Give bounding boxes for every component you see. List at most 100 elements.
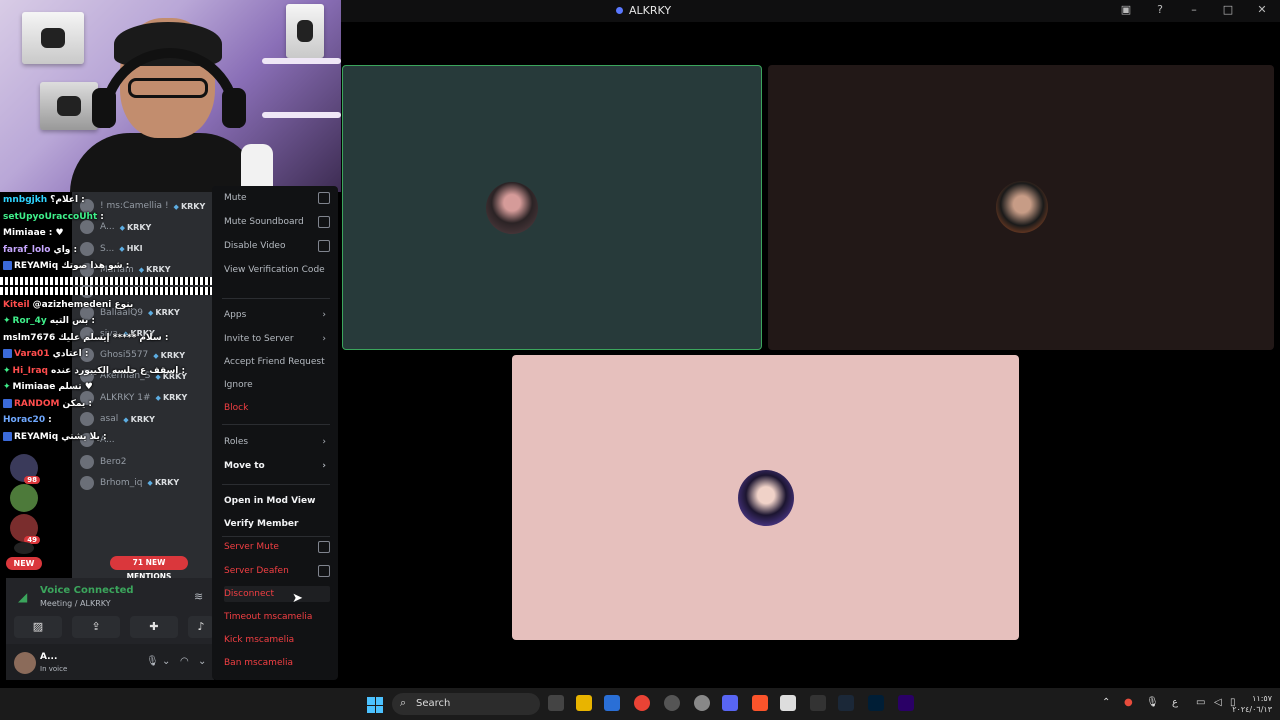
signal-icon[interactable]: ◢ — [18, 590, 32, 604]
menu-item-label: Apps — [224, 310, 247, 320]
server-icon[interactable]: 49 — [10, 514, 40, 544]
username[interactable]: A... — [40, 652, 57, 662]
voice-member[interactable]: Brhom_iq KRKY — [80, 473, 179, 493]
menu-item-server-deafen[interactable]: Server Deafen — [224, 563, 330, 579]
menu-item-timeout[interactable]: Timeout mscamelia — [224, 609, 330, 625]
checkbox[interactable] — [318, 240, 330, 252]
voice-member[interactable]: Bero2 — [80, 452, 126, 472]
avatar[interactable] — [14, 652, 36, 674]
steam-icon[interactable] — [694, 695, 710, 711]
chat-username: Vara01 — [14, 349, 50, 359]
taskbar-clock[interactable]: ١١:٥٧ ٢٠٢٤/٠٦/١٣ — [1232, 693, 1272, 715]
chat-username: Horac20 — [3, 415, 46, 425]
chat-text: اعلام؟ : — [50, 195, 85, 205]
steam-icon[interactable] — [838, 695, 854, 711]
checkbox[interactable] — [318, 216, 330, 228]
photoshop-icon[interactable] — [868, 695, 884, 711]
help-icon[interactable]: ? — [1152, 3, 1168, 16]
headphones-icon[interactable]: ◠ — [180, 656, 189, 667]
menu-item-ignore[interactable]: Ignore — [224, 377, 330, 393]
menu-item-apps[interactable]: Apps › — [224, 307, 330, 323]
checkbox[interactable] — [318, 541, 330, 553]
menu-item-roles[interactable]: Roles › — [224, 434, 330, 450]
chat-text: سلام ***** إيسلم عليك : — [58, 332, 169, 343]
menu-item-label: Roles — [224, 437, 249, 447]
chat-username: mnbgjkh — [3, 195, 48, 205]
chevron-down-icon[interactable]: ⌄ — [162, 656, 170, 667]
new-unreads-badge[interactable]: NEW — [6, 557, 42, 570]
menu-item-label: Move to — [224, 461, 265, 471]
app-icon[interactable] — [664, 695, 680, 711]
taskbar-search[interactable]: ⌕ Search — [392, 693, 540, 715]
server-icon[interactable] — [10, 484, 38, 512]
menu-divider — [222, 484, 330, 485]
file-explorer-icon[interactable] — [576, 695, 592, 711]
maximize-button[interactable]: □ — [1220, 3, 1236, 16]
video-tile-speaking[interactable] — [342, 65, 762, 350]
app-icon[interactable] — [810, 695, 826, 711]
video-tile[interactable] — [768, 65, 1274, 350]
checkbox[interactable] — [318, 192, 330, 204]
volume-icon[interactable]: ◁ — [1214, 697, 1222, 708]
chat-message: ✦ Ror_4y بس التيه : — [0, 313, 212, 330]
close-button[interactable]: ✕ — [1254, 3, 1270, 16]
menu-item-view-verification-code[interactable]: View Verification Code — [224, 262, 330, 278]
activities-button[interactable]: ✚ — [130, 616, 178, 638]
clock-date: ٢٠٢٤/٠٦/١٣ — [1232, 705, 1272, 714]
chat-username: Hi_Iraq — [12, 365, 48, 376]
voice-channel-path[interactable]: Meeting / ALKRKY — [40, 599, 111, 608]
menu-item-disable-video[interactable]: Disable Video — [224, 238, 330, 254]
menu-item-block[interactable]: Block — [224, 400, 330, 416]
inbox-icon[interactable]: ▣ — [1118, 3, 1134, 16]
checkbox[interactable] — [318, 565, 330, 577]
soundboard-button[interactable]: ♪ — [188, 616, 214, 638]
shelf — [262, 58, 341, 64]
chevron-down-icon[interactable]: ⌄ — [198, 656, 206, 667]
chat-message: faraf_lolo واي : — [0, 242, 212, 259]
brave-icon[interactable] — [752, 695, 768, 711]
tray-chevron-icon[interactable]: ⌃ — [1102, 697, 1110, 708]
tray-app-icon[interactable]: ● — [1124, 697, 1133, 708]
chrome-icon[interactable] — [634, 695, 650, 711]
windows-start-icon[interactable] — [367, 697, 383, 713]
menu-item-move-to[interactable]: Move to › — [224, 458, 330, 474]
participant-avatar — [738, 470, 794, 526]
menu-item-disconnect[interactable]: Disconnect — [224, 586, 330, 602]
noise-suppression-icon[interactable]: ≋ — [194, 590, 203, 603]
network-icon[interactable]: ▭ — [1196, 697, 1205, 708]
avatar — [80, 475, 94, 490]
menu-item-mute[interactable]: Mute — [224, 190, 330, 206]
menu-item-kick[interactable]: Kick mscamelia — [224, 632, 330, 648]
server-icon[interactable]: 98 — [10, 454, 40, 484]
minimize-button[interactable]: – — [1186, 3, 1202, 16]
user-context-menu: Mute Mute Soundboard Disable Video View … — [212, 186, 338, 680]
new-mentions-badge[interactable]: 71 NEW MENTIONS — [110, 556, 188, 581]
menu-item-mute-soundboard[interactable]: Mute Soundboard — [224, 214, 330, 230]
menu-item-server-mute[interactable]: Server Mute — [224, 539, 330, 555]
chat-username: REYAMiq — [14, 431, 59, 442]
menu-item-mod-view[interactable]: Open in Mod View — [224, 493, 330, 509]
language-indicator[interactable]: ع — [1172, 697, 1178, 708]
chat-text: واي : — [53, 244, 78, 255]
server-icon[interactable] — [14, 542, 34, 554]
app-icon[interactable] — [780, 695, 796, 711]
store-icon[interactable] — [604, 695, 620, 711]
menu-item-verify-member[interactable]: Verify Member — [224, 516, 330, 532]
menu-divider — [222, 298, 330, 299]
discord-icon[interactable] — [722, 695, 738, 711]
chat-message: REYAMiq شو هذا صوتك : — [0, 258, 212, 275]
video-tile[interactable] — [512, 355, 1019, 640]
menu-item-ban[interactable]: Ban mscamelia — [224, 655, 330, 671]
tray-mic-icon[interactable]: 🎙 — [1146, 697, 1159, 708]
camera-toggle-button[interactable]: ▨ — [14, 616, 62, 638]
screen-share-button[interactable]: ⇪ — [72, 616, 120, 638]
chat-username: Mimiaae — [3, 228, 46, 238]
menu-item-invite[interactable]: Invite to Server › — [224, 331, 330, 347]
microphone-icon[interactable]: 🎙 — [146, 656, 159, 667]
taskbar: ⌕ Search ⌃ ● 🎙 ع ▭ ◁ ▯ ١١:٥٧ ٢٠٢٤/٠٦/١٣ — [0, 688, 1280, 720]
window-controls: ▣ ? – □ ✕ — [1118, 3, 1270, 16]
task-view-icon[interactable] — [548, 695, 564, 711]
menu-item-accept-friend[interactable]: Accept Friend Request — [224, 354, 330, 370]
voice-status[interactable]: Voice Connected — [40, 585, 134, 596]
premiere-icon[interactable] — [898, 695, 914, 711]
